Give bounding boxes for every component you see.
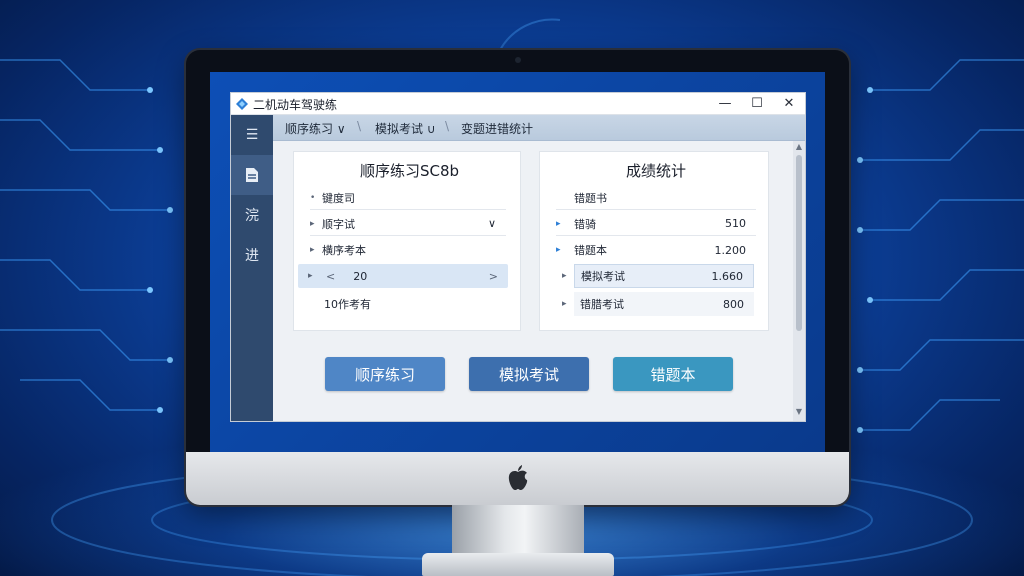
scroll-down-icon[interactable]: ▼	[794, 407, 804, 416]
sequential-practice-button[interactable]: 顺序练习	[325, 357, 445, 391]
bullet-icon: •	[310, 192, 316, 203]
table-row[interactable]: ▸ 错题本 1.200	[556, 238, 756, 262]
tab-separator: \	[445, 119, 450, 133]
app-window: 二机动车驾驶练 — ☐ ✕ ☰ 浣 进 顺序练习 ∨ \ 模拟考试 ∪ \ 变题…	[230, 92, 806, 422]
chevron-down-icon: ∨	[487, 217, 496, 230]
mock-exam-button[interactable]: 模拟考试	[469, 357, 589, 391]
chevron-right-icon: ▸	[562, 271, 567, 281]
practice-panel-title: 顺序练习SC8b	[360, 162, 460, 180]
minimize-button[interactable]: —	[713, 95, 737, 113]
tab-mock-exam[interactable]: 模拟考试 ∪	[375, 120, 436, 137]
camera	[515, 57, 521, 63]
chevron-right-icon: ▸	[308, 271, 313, 281]
error-book-button[interactable]: 错题本	[613, 357, 733, 391]
sidebar-item-document[interactable]	[231, 155, 273, 195]
prev-page-button[interactable]: <	[326, 270, 335, 283]
vertical-scrollbar[interactable]: ▲ ▼	[793, 141, 805, 421]
apple-logo-icon	[508, 465, 528, 490]
app-logo-icon	[236, 98, 248, 110]
document-icon	[246, 168, 258, 182]
progress-icon: 进	[245, 248, 259, 264]
list-item[interactable]: 10作考有	[324, 292, 504, 316]
list-item[interactable]: ▸ 横序考本	[310, 238, 506, 262]
tab-separator: \	[357, 119, 362, 133]
sidebar-item-progress[interactable]: 进	[231, 235, 273, 275]
settings-icon: 浣	[245, 208, 259, 224]
monitor: 二机动车驾驶练 — ☐ ✕ ☰ 浣 进 顺序练习 ∨ \ 模拟考试 ∪ \ 变题…	[186, 50, 849, 505]
sidebar: ☰ 浣 进	[231, 115, 273, 421]
chevron-right-icon: ▸	[310, 218, 315, 229]
stats-panel-title: 成绩统计	[626, 162, 687, 180]
stats-panel: 成绩统计 错题书 ▸ 错骑 510 ▸ 错题本 1.200 模拟考试 1.660…	[539, 151, 769, 331]
close-button[interactable]: ✕	[777, 95, 801, 113]
chevron-right-icon: ▸	[310, 245, 315, 255]
stats-header: 错题书	[556, 186, 756, 210]
next-page-button[interactable]: >	[489, 270, 498, 283]
sidebar-item-list[interactable]: ☰	[231, 115, 273, 155]
screen: 二机动车驾驶练 — ☐ ✕ ☰ 浣 进 顺序练习 ∨ \ 模拟考试 ∪ \ 变题…	[210, 72, 825, 452]
title-bar: 二机动车驾驶练 — ☐ ✕	[231, 93, 805, 115]
chevron-right-icon: ▸	[556, 218, 561, 229]
list-icon: ☰	[245, 127, 259, 143]
app-title: 二机动车驾驶练	[253, 98, 338, 112]
page-number: 20	[353, 269, 368, 283]
monitor-base	[422, 553, 614, 576]
table-row[interactable]: 模拟考试 1.660	[574, 264, 754, 288]
table-row[interactable]: ▸ 错骑 510	[556, 212, 756, 236]
scroll-thumb[interactable]	[796, 155, 802, 331]
sidebar-item-settings[interactable]: 浣	[231, 195, 273, 235]
practice-panel: 顺序练习SC8b • 键度司 ▸ 顺字试 ∨ ▸ 横序考本 ▸ < 20 > 1…	[293, 151, 521, 331]
list-item[interactable]: ▸ 顺字试 ∨	[310, 212, 506, 236]
chevron-right-icon: ▸	[556, 245, 561, 255]
list-item[interactable]: • 键度司	[310, 186, 506, 210]
page-stepper[interactable]: ▸ < 20 >	[298, 264, 508, 288]
main-content: 顺序练习SC8b • 键度司 ▸ 顺字试 ∨ ▸ 横序考本 ▸ < 20 > 1…	[273, 141, 793, 421]
monitor-stand	[452, 505, 584, 557]
tab-sequential-practice[interactable]: 顺序练习 ∨	[285, 120, 346, 137]
table-row[interactable]: 错腊考试 800	[574, 292, 754, 316]
chevron-right-icon: ▸	[562, 299, 567, 309]
scroll-up-icon[interactable]: ▲	[794, 142, 804, 151]
tab-error-statistics[interactable]: 变题进错统计	[461, 120, 533, 137]
monitor-chin	[186, 452, 849, 505]
maximize-button[interactable]: ☐	[745, 95, 769, 113]
tab-bar: 顺序练习 ∨ \ 模拟考试 ∪ \ 变题进错统计	[273, 115, 805, 141]
